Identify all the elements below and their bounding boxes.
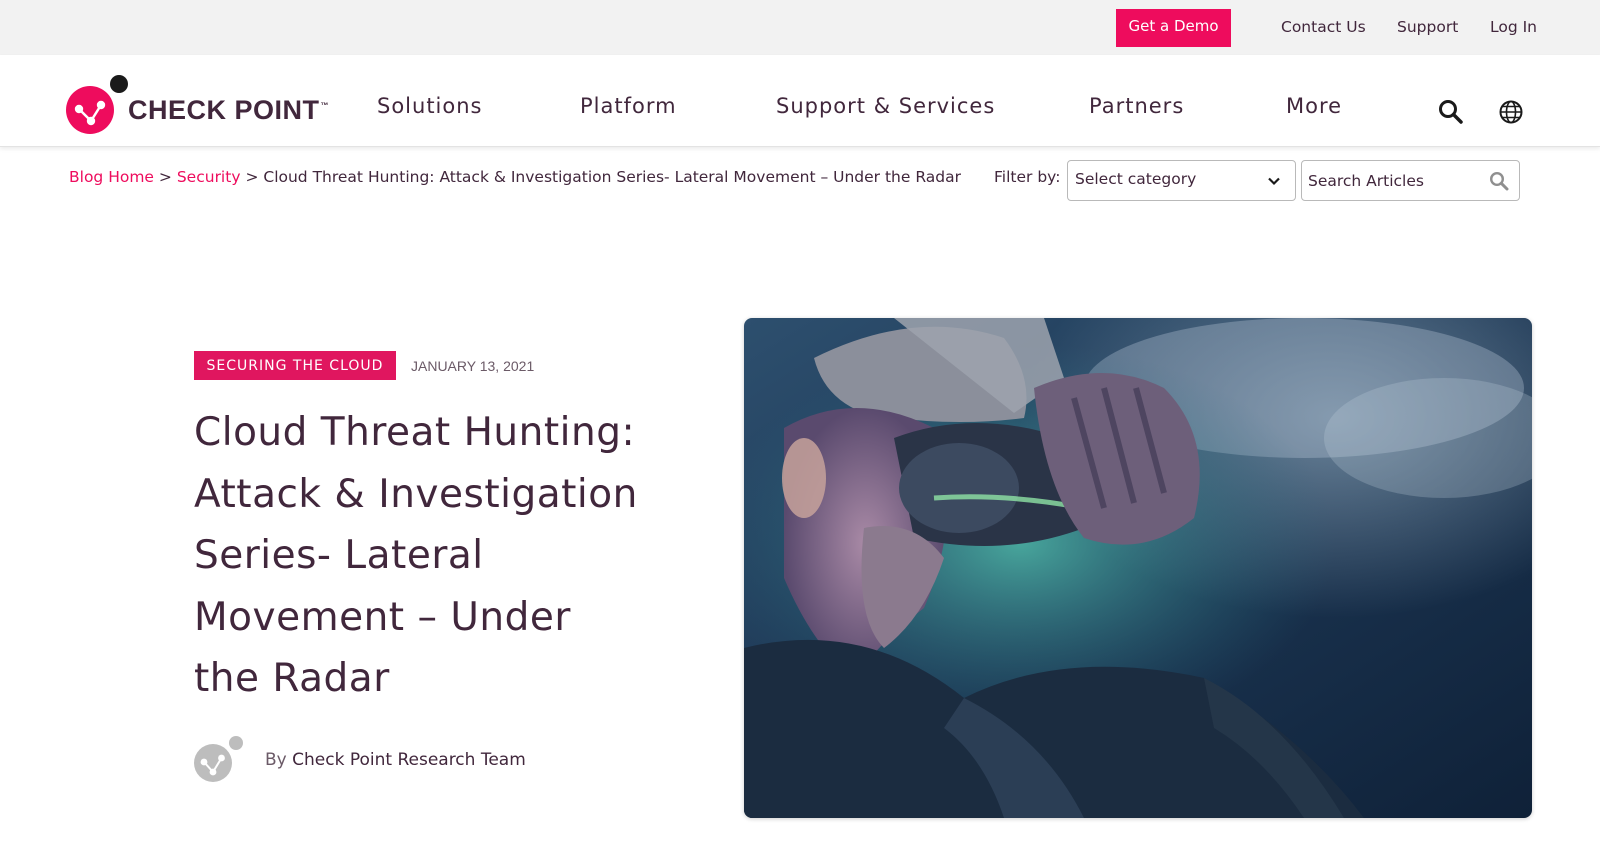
contact-us-link[interactable]: Contact Us [1281,18,1366,36]
breadcrumb-security[interactable]: Security [177,168,241,186]
nav-more[interactable]: More [1286,94,1342,118]
check-point-logo-mark [66,75,128,134]
search-icon[interactable] [1489,171,1509,191]
publish-date: JANUARY 13, 2021 [411,358,535,374]
nav-support-services[interactable]: Support & Services [776,94,995,118]
breadcrumb-separator: > [158,168,172,186]
hero-image [744,318,1532,818]
category-select-value: Select category [1075,170,1197,188]
chevron-down-icon [1268,177,1280,186]
author-link[interactable]: Check Point Research Team [292,750,526,770]
check-point-logo[interactable]: CHECK POINT™ [66,75,356,135]
nav-solutions[interactable]: Solutions [377,94,483,118]
breadcrumb-blog-home[interactable]: Blog Home [69,168,154,186]
author-by-label: By [265,750,287,770]
breadcrumb-separator: > [245,168,259,186]
article-title: Cloud Threat Hunting: Attack & Investiga… [194,410,638,701]
filter-label: Filter by: [994,168,1061,186]
breadcrumb: Blog Home > Security > Cloud Threat Hunt… [69,168,961,186]
globe-icon[interactable] [1498,99,1524,125]
breadcrumb-current-page: Cloud Threat Hunting: Attack & Investiga… [263,168,961,186]
logo-wordmark: CHECK POINT™ [128,95,330,125]
nav-partners[interactable]: Partners [1089,94,1184,118]
log-in-link[interactable]: Log In [1490,18,1537,36]
category-select[interactable]: Select category [1067,160,1296,201]
article-search [1301,160,1520,201]
nav-platform[interactable]: Platform [580,94,677,118]
search-articles-input[interactable] [1308,169,1478,193]
category-tag[interactable]: SECURING THE CLOUD [194,351,396,380]
main-navigation: CHECK POINT™ Solutions Platform Support … [0,55,1600,147]
search-icon[interactable] [1438,99,1464,125]
get-a-demo-button[interactable]: Get a Demo [1116,9,1231,47]
support-link[interactable]: Support [1397,18,1458,36]
author-avatar [193,734,245,786]
utility-bar: Get a Demo Contact Us Support Log In [0,0,1600,55]
author-byline: By Check Point Research Team [265,750,526,770]
